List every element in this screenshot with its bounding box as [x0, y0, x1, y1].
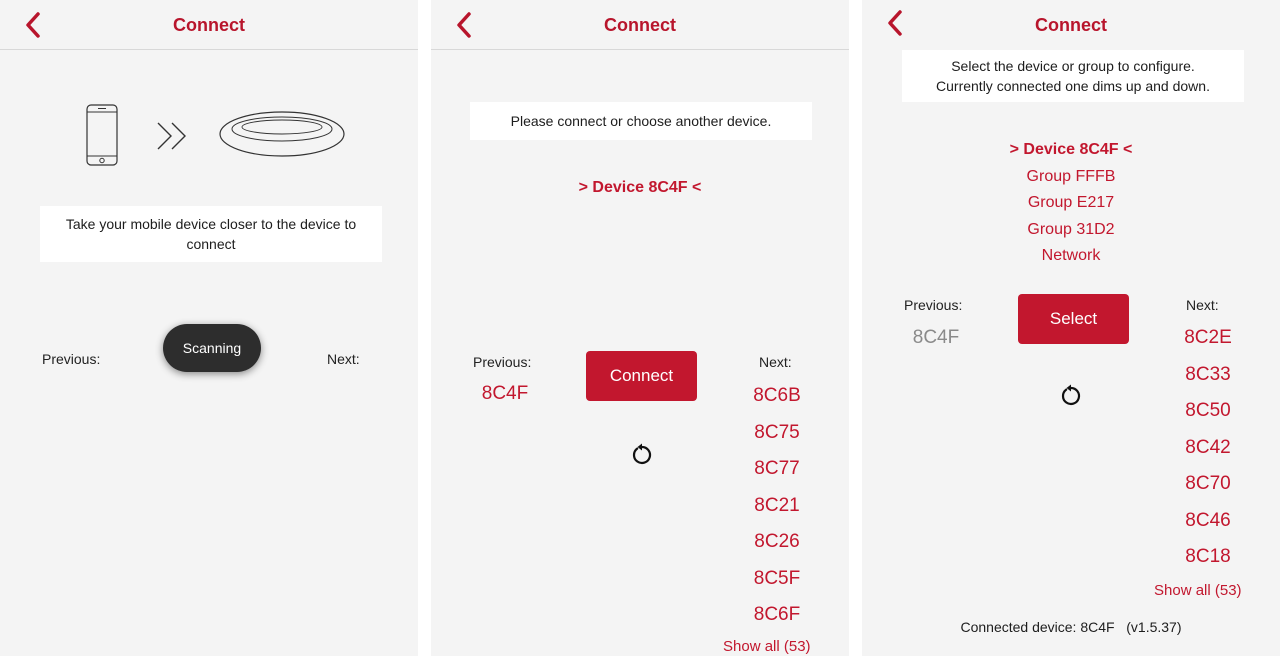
- instruction-text: Take your mobile device closer to the de…: [65, 216, 357, 252]
- next-label: Next:: [759, 354, 792, 370]
- refresh-icon[interactable]: [630, 443, 654, 467]
- show-all-link[interactable]: Show all (53): [1154, 582, 1242, 599]
- next-label: Next:: [1186, 297, 1219, 313]
- next-device-item[interactable]: 8C2E: [1166, 320, 1250, 357]
- next-device-item[interactable]: 8C6F: [735, 597, 819, 634]
- next-device-item[interactable]: 8C18: [1166, 539, 1250, 576]
- selected-device[interactable]: > Device 8C4F <: [431, 179, 849, 197]
- previous-label: Previous:: [904, 297, 963, 313]
- ceiling-light-icon: [219, 111, 345, 157]
- next-device-item[interactable]: 8C50: [1166, 393, 1250, 430]
- connect-button[interactable]: Connect: [586, 351, 697, 401]
- info-message: Please connect or choose another device.: [470, 102, 812, 140]
- next-device-item[interactable]: 8C5F: [735, 561, 819, 598]
- connect-button-label: Connect: [609, 366, 674, 385]
- next-label: Next:: [327, 351, 360, 367]
- header: Connect: [431, 0, 849, 50]
- info-text: Please connect or choose another device.: [510, 113, 772, 129]
- scanning-pill: Scanning: [163, 324, 261, 372]
- next-devices-list: 8C6B 8C75 8C77 8C21 8C26 8C5F 8C6F: [735, 378, 819, 634]
- screen-scanning: Connect Take your mobile device closer t…: [0, 0, 418, 656]
- list-item-device[interactable]: > Device 8C4F <: [862, 137, 1280, 164]
- list-item-group[interactable]: Group E217: [862, 190, 1280, 217]
- previous-label: Previous:: [473, 354, 532, 370]
- page-title: Connect: [604, 15, 676, 35]
- show-all-link[interactable]: Show all (53): [723, 638, 811, 655]
- next-device-item[interactable]: 8C75: [735, 415, 819, 452]
- header: Connect: [0, 0, 418, 50]
- select-button[interactable]: Select: [1018, 294, 1129, 344]
- instruction-message: Take your mobile device closer to the de…: [40, 206, 382, 262]
- refresh-icon[interactable]: [1059, 384, 1083, 408]
- page-title: Connect: [1035, 15, 1107, 35]
- next-device-item[interactable]: 8C33: [1166, 357, 1250, 394]
- next-device-item[interactable]: 8C77: [735, 451, 819, 488]
- list-item-network[interactable]: Network: [862, 243, 1280, 270]
- page-title: Connect: [173, 15, 245, 35]
- info-text-line2: Currently connected one dims up and down…: [936, 78, 1210, 94]
- info-text-line1: Select the device or group to configure.: [951, 58, 1195, 74]
- next-device-item[interactable]: 8C46: [1166, 503, 1250, 540]
- next-device-item[interactable]: 8C70: [1166, 466, 1250, 503]
- scanning-text: Scanning: [182, 340, 242, 356]
- info-message: Select the device or group to configure.…: [902, 50, 1244, 102]
- phone-icon: [86, 104, 118, 166]
- list-item-group[interactable]: Group FFFB: [862, 164, 1280, 191]
- next-device-item[interactable]: 8C6B: [735, 378, 819, 415]
- screen-connect: Connect Please connect or choose another…: [431, 0, 849, 656]
- double-chevron-right-icon: [157, 122, 186, 150]
- next-devices-list: 8C2E 8C33 8C50 8C42 8C70 8C46 8C18: [1166, 320, 1250, 576]
- screen-select: Connect Select the device or group to co…: [862, 0, 1280, 656]
- next-device-item[interactable]: 8C42: [1166, 430, 1250, 467]
- device-group-list: > Device 8C4F < Group FFFB Group E217 Gr…: [862, 137, 1280, 270]
- select-button-label: Select: [1049, 309, 1098, 328]
- previous-label: Previous:: [42, 351, 101, 367]
- connected-device-status: Connected device: 8C4F (v1.5.37): [960, 619, 1182, 635]
- header: Connect: [862, 0, 1280, 50]
- next-device-item[interactable]: 8C21: [735, 488, 819, 525]
- next-device-item[interactable]: 8C26: [735, 524, 819, 561]
- list-item-group[interactable]: Group 31D2: [862, 217, 1280, 244]
- previous-device[interactable]: 8C4F: [904, 327, 968, 349]
- previous-device[interactable]: 8C4F: [473, 383, 537, 405]
